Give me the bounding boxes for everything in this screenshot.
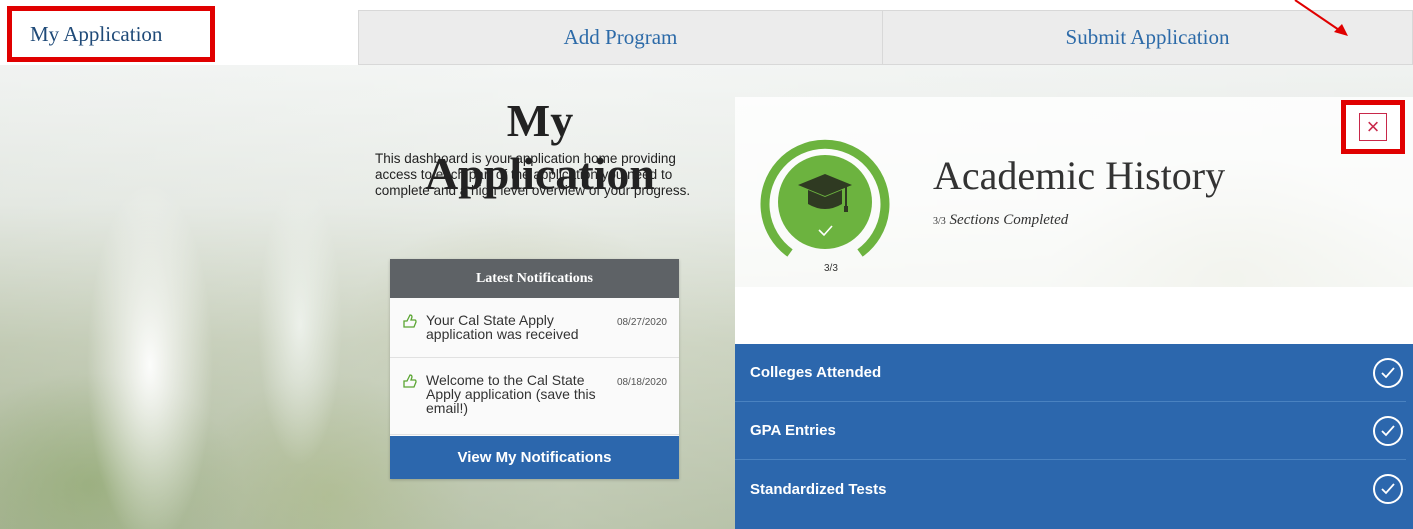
tab-my-application[interactable]: My Application: [7, 6, 215, 62]
top-navigation: My Application Add Program Submit Applic…: [0, 0, 1413, 65]
progress-fraction: 3/3: [933, 216, 946, 227]
progress-gauge: [760, 139, 890, 257]
notifications-panel: Latest Notifications Your Cal State Appl…: [390, 259, 679, 479]
section-colleges-attended[interactable]: Colleges Attended: [735, 344, 1406, 402]
gauge-fraction: 3/3: [824, 263, 838, 274]
panel-divider-area: [735, 287, 1413, 344]
close-highlight: ×: [1341, 100, 1405, 154]
progress-subtitle-text: Sections Completed: [949, 212, 1069, 228]
check-circle-icon: [1373, 416, 1403, 446]
notification-item[interactable]: Your Cal State Apply application was rec…: [390, 298, 679, 358]
section-label: Standardized Tests: [750, 480, 887, 498]
check-circle-icon: [1373, 358, 1403, 388]
notification-date: 08/18/2020: [616, 377, 667, 388]
progress-subtitle: 3/3 Sections Completed: [933, 212, 1068, 229]
close-button[interactable]: ×: [1359, 113, 1387, 141]
view-notifications-button[interactable]: View My Notifications: [390, 436, 679, 479]
notification-text: Welcome to the Cal State Apply applicati…: [426, 372, 596, 416]
thumbs-up-icon: [403, 314, 417, 328]
section-standardized-tests[interactable]: Standardized Tests: [735, 460, 1406, 518]
check-circle-icon: [1373, 474, 1403, 504]
section-list: Colleges Attended GPA Entries Standardiz…: [735, 344, 1413, 529]
page-description: This dashboard is your application home …: [375, 151, 691, 198]
section-label: GPA Entries: [750, 422, 836, 439]
panel-title: Academic History: [933, 153, 1226, 198]
academic-history-panel: × 3/3 Academic History 3/3 Sections Comp…: [735, 97, 1413, 529]
section-label: Colleges Attended: [750, 364, 882, 381]
notification-date: 08/27/2020: [616, 317, 667, 328]
section-gpa-entries[interactable]: GPA Entries: [735, 402, 1406, 460]
annotation-arrow-icon: [1294, 0, 1348, 36]
tab-add-program[interactable]: Add Program: [358, 10, 883, 65]
notification-item[interactable]: Welcome to the Cal State Apply applicati…: [390, 358, 679, 435]
thumbs-up-icon: [403, 374, 417, 388]
notification-text: Your Cal State Apply application was rec…: [426, 312, 579, 342]
notifications-header: Latest Notifications: [390, 259, 679, 298]
